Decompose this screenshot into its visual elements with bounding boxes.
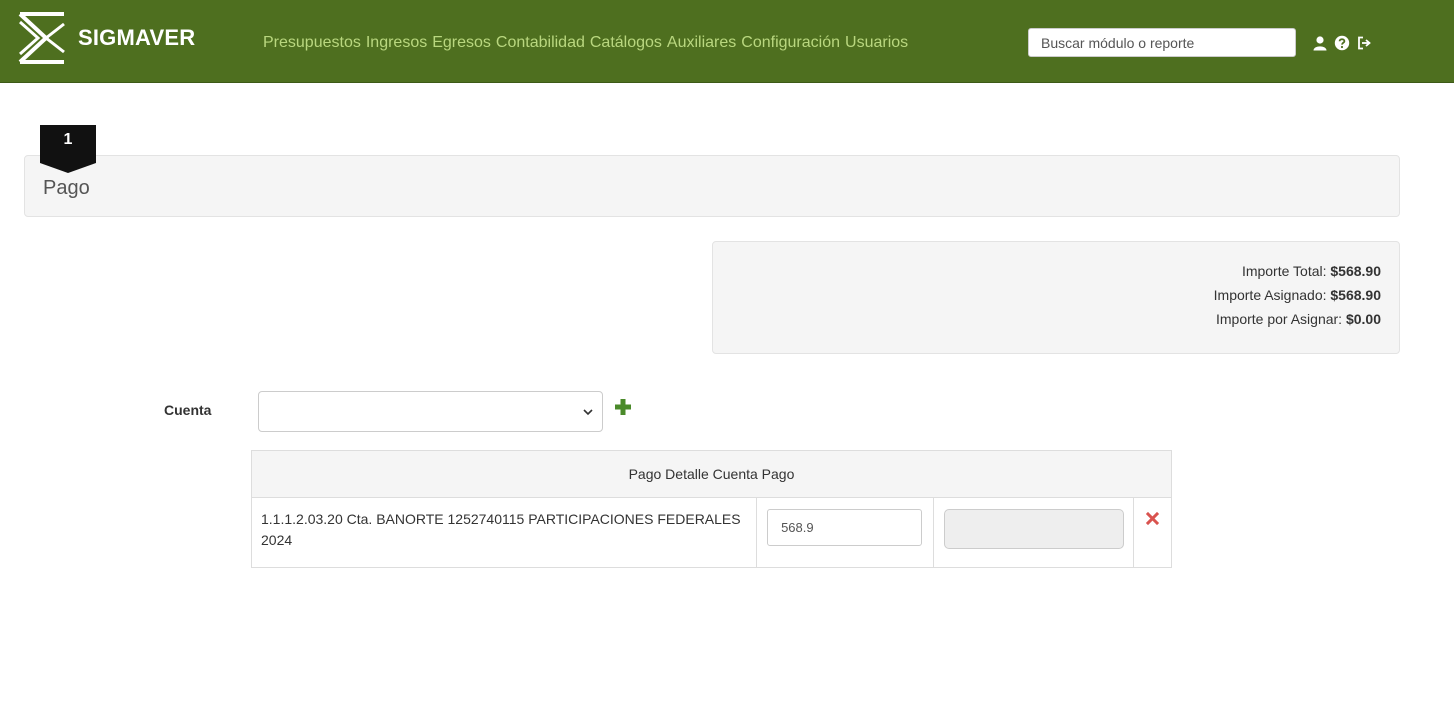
help-icon[interactable]: [1334, 35, 1350, 51]
menu-egresos[interactable]: Egresos: [432, 34, 491, 52]
importe-asignado-value: $568.90: [1330, 287, 1381, 303]
cuenta-select[interactable]: [258, 391, 603, 432]
table-row: 1.1.1.2.03.20 Cta. BANORTE 1252740115 PA…: [250, 497, 1172, 568]
menu-presupuestos[interactable]: Presupuestos: [263, 34, 361, 52]
importe-total: Importe Total: $568.90: [1242, 263, 1381, 279]
top-navbar: SIGMAVER Presupuestos Ingresos Egresos C…: [0, 0, 1454, 83]
step-number: 1: [63, 131, 73, 148]
importe-total-label: Importe Total:: [1241, 263, 1327, 279]
cuenta-label: Cuenta: [164, 402, 212, 418]
amount-input[interactable]: [767, 509, 923, 546]
menu-catalogos[interactable]: Catálogos: [590, 34, 662, 52]
menu-usuarios[interactable]: Usuarios: [845, 34, 908, 52]
pago-panel: Pago: [24, 155, 1400, 217]
menu-configuracion[interactable]: Configuración: [741, 34, 840, 52]
importe-asignado-label: Importe Asignado:: [1213, 287, 1327, 303]
importe-asignado: Importe Asignado: $568.90: [1214, 287, 1381, 303]
remove-cell: [1133, 497, 1172, 568]
totals-summary: Importe Total: $568.90 Importe Asignado:…: [712, 241, 1400, 354]
step-badge: 1: [40, 125, 96, 173]
importe-total-value: $568.90: [1330, 263, 1381, 279]
module-search-input[interactable]: [1028, 28, 1296, 57]
pago-detalle-table: Pago Detalle Cuenta Pago 1.1.1.2.03.20 C…: [250, 450, 1172, 568]
importe-por-asignar: Importe por Asignar: $0.00: [1216, 311, 1381, 327]
remove-icon[interactable]: [1146, 512, 1160, 525]
importe-por-asignar-label: Importe por Asignar:: [1216, 311, 1343, 327]
brand-name: SIGMAVER: [78, 25, 196, 50]
add-cuenta-plus-icon[interactable]: [614, 398, 632, 416]
table-header: Pago Detalle Cuenta Pago: [251, 450, 1172, 498]
importe-por-asignar-value: $0.00: [1345, 311, 1381, 327]
disabled-field: [944, 509, 1125, 549]
menu-auxiliares[interactable]: Auxiliares: [667, 34, 736, 52]
chevron-down-icon: [583, 409, 593, 416]
menu-ingresos[interactable]: Ingresos: [366, 34, 427, 52]
pago-title: Pago: [43, 177, 90, 199]
brand[interactable]: SIGMAVER: [16, 8, 195, 68]
disabled-cell: [933, 497, 1135, 568]
main-menu: Presupuestos Ingresos Egresos Contabilid…: [263, 34, 913, 52]
user-actions: [1312, 35, 1372, 51]
user-icon[interactable]: [1312, 35, 1328, 51]
table-header-row: Pago Detalle Cuenta Pago: [251, 450, 1172, 498]
account-cell: 1.1.1.2.03.20 Cta. BANORTE 1252740115 PA…: [250, 497, 758, 568]
logout-icon[interactable]: [1356, 35, 1372, 51]
amount-cell: [756, 497, 935, 568]
sigmaver-logo-icon: [18, 12, 65, 64]
menu-contabilidad[interactable]: Contabilidad: [496, 34, 585, 52]
